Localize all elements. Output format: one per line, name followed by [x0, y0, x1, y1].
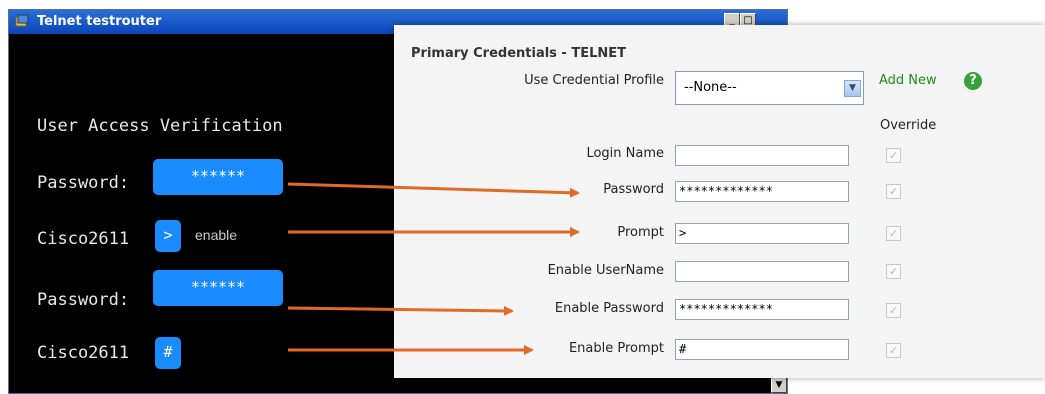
arrow-enable-password [287, 305, 514, 316]
arrow-password [287, 182, 580, 198]
mapping-arrows [287, 182, 580, 355]
